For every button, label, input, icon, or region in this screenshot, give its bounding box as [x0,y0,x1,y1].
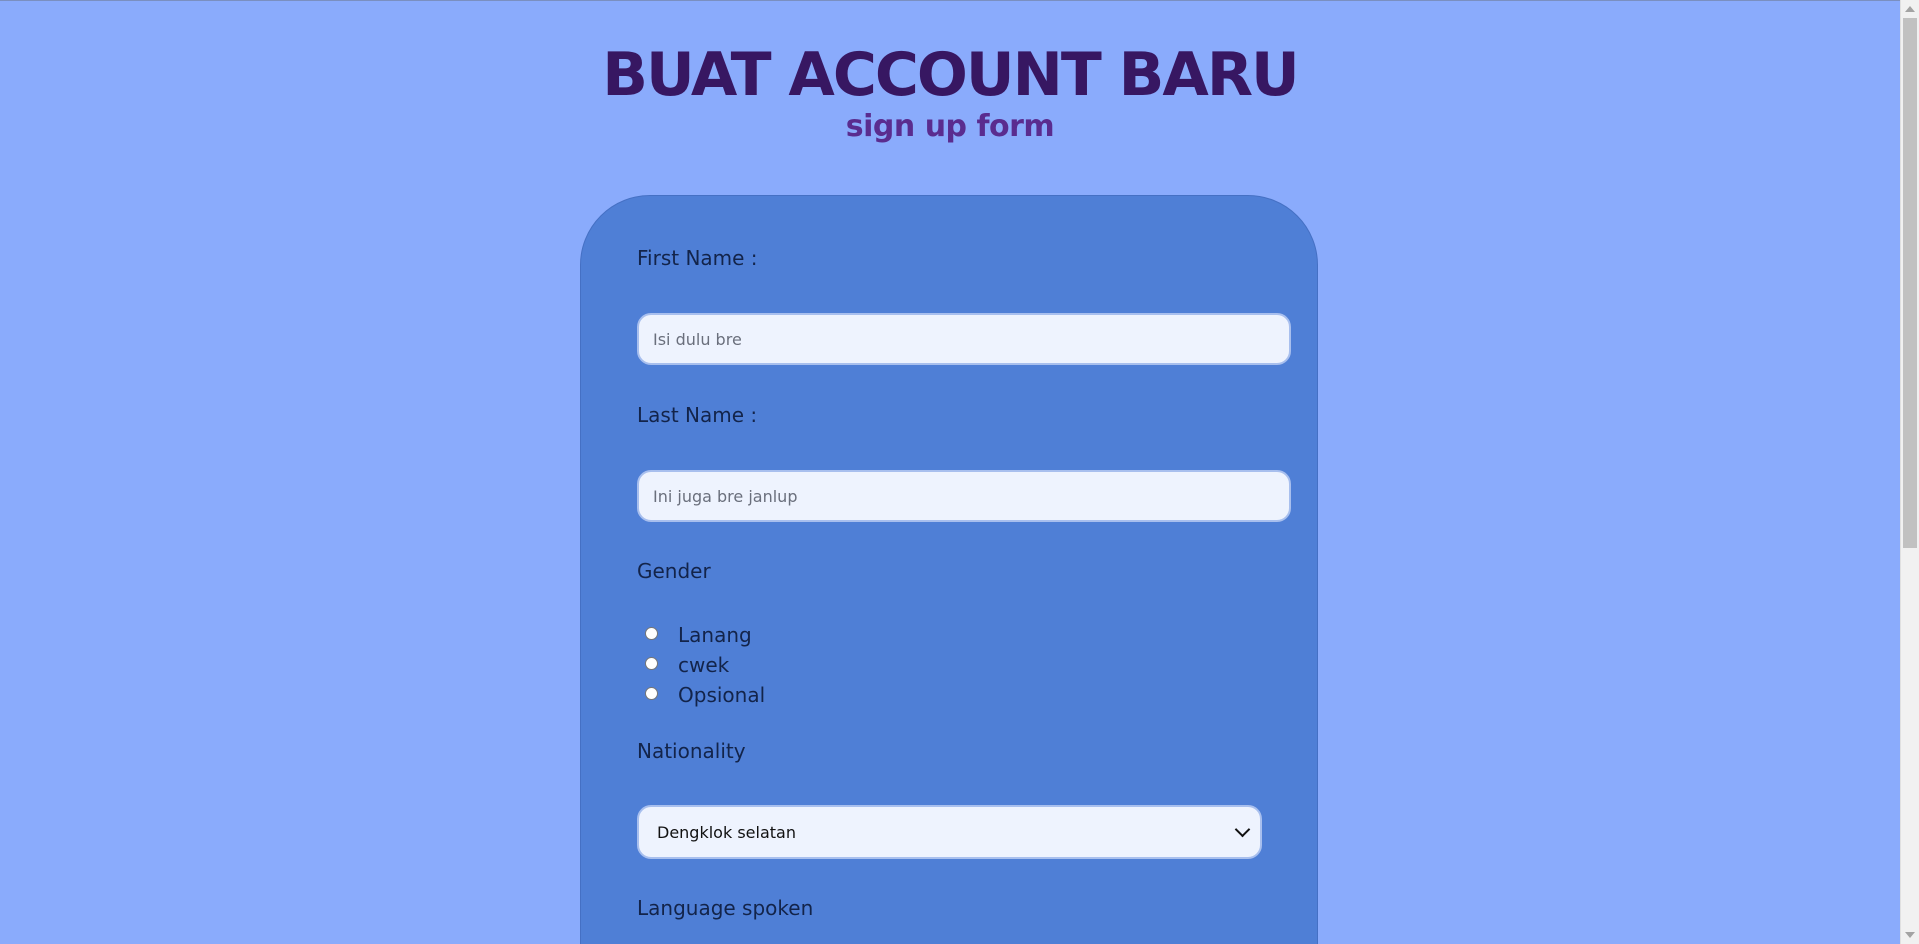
signup-form: First Name : Last Name : Gender Lanang c… [580,195,1318,944]
scroll-down-icon[interactable] [1905,932,1915,938]
gender-option-cwek[interactable]: cwek [645,652,729,678]
first-name-input[interactable] [637,313,1291,365]
top-border [0,0,1900,1]
radio-button[interactable] [645,686,658,700]
chevron-down-icon [1234,821,1251,838]
radio-button[interactable] [645,656,658,670]
first-name-label: First Name : [637,246,758,270]
page-title: BUAT ACCOUNT BARU [602,40,1300,110]
page: BUAT ACCOUNT BARU sign up form First Nam… [0,0,1919,944]
scroll-thumb[interactable] [1903,18,1917,548]
scroll-up-icon[interactable] [1905,6,1915,12]
vertical-scrollbar[interactable] [1900,0,1919,944]
gender-option-opsional[interactable]: Opsional [645,682,765,708]
nationality-selected-value: Dengklok selatan [657,822,796,842]
radio-label: Lanang [678,623,752,647]
gender-option-lanang[interactable]: Lanang [645,622,752,648]
page-subtitle: sign up form [845,109,1055,144]
radio-button[interactable] [645,626,658,640]
last-name-input[interactable] [637,470,1291,522]
header: BUAT ACCOUNT BARU sign up form [0,40,1900,144]
radio-label: Opsional [678,683,766,707]
gender-label: Gender [637,559,711,583]
language-label: Language spoken [637,896,814,920]
last-name-label: Last Name : [637,403,758,427]
nationality-select[interactable]: Dengklok selatan [637,805,1262,859]
nationality-label: Nationality [637,739,746,763]
radio-label: cwek [678,653,730,677]
